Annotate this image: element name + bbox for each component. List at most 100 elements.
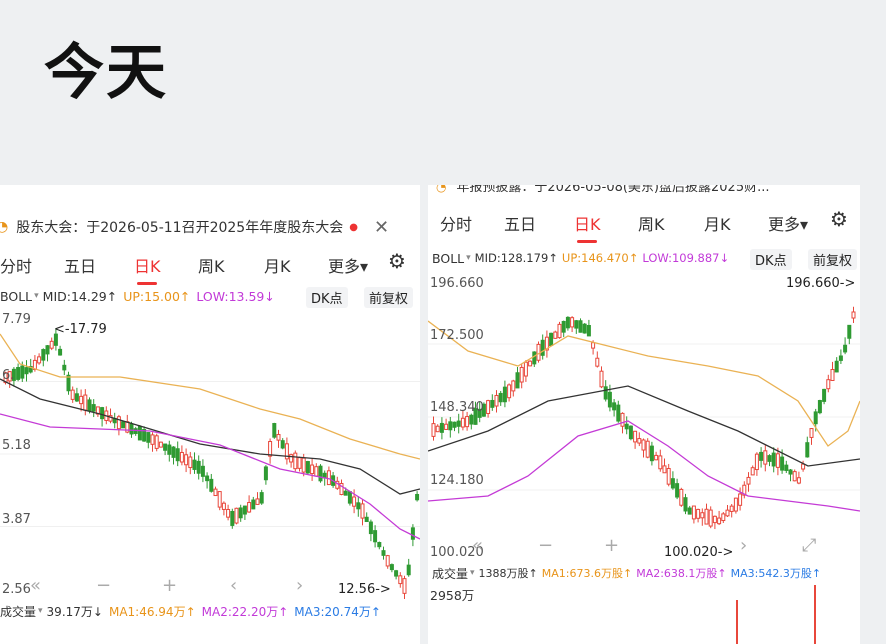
candle — [205, 472, 210, 489]
candle — [771, 447, 776, 473]
candle — [750, 465, 755, 476]
candle — [435, 424, 440, 433]
tab-yuek[interactable]: 月K — [264, 253, 291, 277]
zoom-out-icon[interactable]: − — [96, 575, 111, 596]
candle — [796, 471, 801, 485]
tab-zhouk[interactable]: 周K — [638, 211, 665, 235]
gear-icon[interactable]: ⚙ — [388, 249, 406, 273]
candle — [515, 367, 520, 389]
candle — [24, 360, 29, 382]
tab-more[interactable]: 更多▾ — [768, 211, 808, 235]
fast-back-icon[interactable]: « — [30, 575, 41, 596]
candle — [746, 472, 751, 492]
boll-label[interactable]: BOLL — [0, 289, 32, 304]
tab-yuek[interactable]: 月K — [704, 211, 731, 235]
step-back-icon[interactable]: ‹ — [230, 575, 237, 596]
fullscreen-icon[interactable]: ⤢ — [802, 535, 817, 556]
candle — [637, 432, 642, 447]
candle — [356, 496, 361, 517]
volume-bar — [736, 600, 738, 644]
step-forward-icon[interactable]: › — [296, 575, 303, 596]
candle — [402, 575, 407, 599]
lower-band-line — [428, 420, 860, 512]
left-top-clipped-bar — [0, 185, 420, 209]
candle — [364, 512, 369, 523]
boll-up: UP:15.00↑ — [123, 288, 191, 304]
adjust-button[interactable]: 前复权 — [808, 249, 858, 270]
candle — [280, 438, 285, 450]
fast-back-icon[interactable]: « — [472, 535, 483, 556]
candle — [843, 337, 848, 355]
step-forward-icon[interactable]: › — [740, 535, 747, 556]
candle — [368, 519, 373, 542]
candle — [666, 463, 671, 487]
low-marker-label: 12.56-> — [338, 582, 391, 597]
y-label-2: 148.340 — [430, 400, 484, 415]
candle — [574, 319, 579, 334]
candle — [763, 445, 768, 472]
candle — [599, 366, 604, 389]
candle — [561, 320, 566, 338]
candle — [226, 504, 231, 521]
dk-point-button[interactable]: DK点 — [306, 287, 348, 308]
candle — [100, 406, 105, 427]
candle — [415, 491, 420, 502]
volume-label[interactable]: 成交量 — [0, 603, 36, 620]
tab-zhouk[interactable]: 周K — [198, 253, 225, 277]
candle — [490, 394, 495, 411]
candle — [616, 400, 621, 423]
candle — [83, 389, 88, 416]
candle — [179, 445, 184, 466]
tab-fenshi[interactable]: 分时 — [0, 253, 32, 277]
candle — [268, 438, 273, 464]
tab-fenshi[interactable]: 分时 — [440, 211, 472, 235]
candle — [251, 496, 256, 510]
candle — [733, 497, 738, 514]
candle — [498, 390, 503, 406]
boll-label[interactable]: BOLL — [432, 251, 464, 266]
candle — [137, 425, 142, 441]
gear-icon[interactable]: ⚙ — [830, 207, 848, 231]
candle — [725, 504, 730, 517]
candle — [767, 454, 772, 467]
tab-rik[interactable]: 日K — [574, 211, 601, 243]
candle — [360, 499, 365, 526]
candle — [654, 451, 659, 461]
candle — [284, 437, 289, 465]
high-marker-label: 196.660-> — [786, 276, 855, 291]
dk-point-button[interactable]: DK点 — [750, 249, 792, 270]
candle — [242, 505, 247, 520]
close-icon[interactable]: ✕ — [374, 217, 389, 238]
candle — [532, 351, 537, 367]
candle — [817, 399, 822, 415]
candle — [234, 507, 239, 525]
candle — [150, 432, 155, 452]
tab-wuri[interactable]: 五日 — [64, 253, 96, 277]
candle — [486, 399, 491, 418]
zoom-in-icon[interactable]: + — [162, 575, 177, 596]
tab-wuri[interactable]: 五日 — [504, 211, 536, 235]
upper-band-line — [0, 333, 420, 460]
candle — [217, 491, 222, 511]
boll-mid: MID:128.179↑ — [474, 251, 558, 265]
candle — [788, 469, 793, 482]
volume-label[interactable]: 成交量 — [432, 565, 468, 582]
zoom-out-icon[interactable]: − — [538, 535, 553, 556]
candle — [116, 414, 121, 436]
candle — [595, 351, 600, 368]
left-announcement-bar[interactable]: ◔ 股东大会：于2026-05-11召开2025年年度股东大会 ● ✕ — [0, 209, 420, 245]
candle — [389, 563, 394, 573]
candle — [238, 504, 243, 522]
candle — [658, 449, 663, 472]
candle — [192, 452, 197, 474]
tab-more[interactable]: 更多▾ — [328, 253, 368, 277]
candle — [502, 380, 507, 408]
candle — [377, 541, 382, 550]
left-kline-chart[interactable]: 7.79 6. 5.18 3.87 2.56 <-17.79 12.56-> «… — [0, 309, 420, 599]
tab-rik[interactable]: 日K — [134, 253, 161, 285]
right-kline-chart[interactable]: 196.660 172.500 148.340 124.180 100.020 … — [428, 271, 860, 563]
right-period-tabs: 分时 五日 日K 周K 月K 更多▾ ⚙ — [428, 205, 860, 243]
zoom-in-icon[interactable]: + — [604, 535, 619, 556]
adjust-button[interactable]: 前复权 — [364, 287, 414, 308]
candle — [293, 450, 298, 472]
